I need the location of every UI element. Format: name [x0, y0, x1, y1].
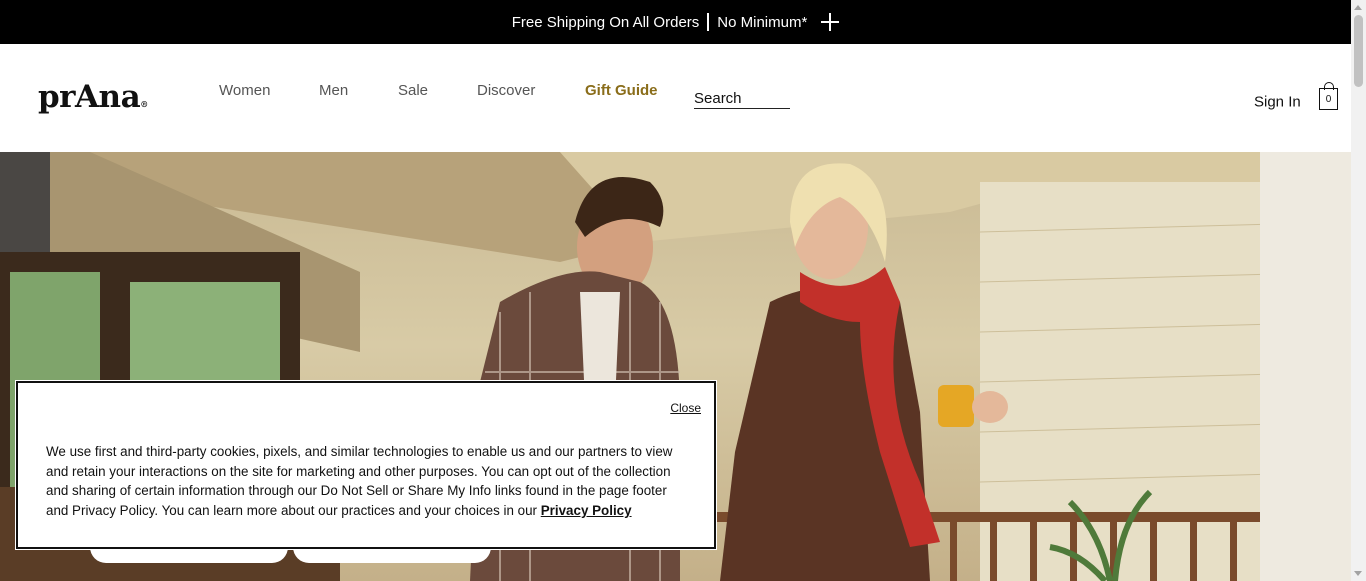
scroll-up-arrow-icon[interactable]: [1354, 5, 1362, 10]
cart-bag-icon[interactable]: 0: [1319, 82, 1338, 110]
scroll-down-arrow-icon[interactable]: [1354, 571, 1362, 576]
sign-in-link[interactable]: Sign In: [1254, 94, 1301, 111]
promo-bar: Free Shipping On All Orders No Minimum*: [0, 0, 1351, 44]
site-header: prAna® Women Men Sale Discover Gift Guid…: [0, 44, 1351, 152]
plus-icon[interactable]: [821, 13, 840, 31]
nav-gift-guide[interactable]: Gift Guide: [585, 82, 658, 99]
logo[interactable]: prAna®: [38, 82, 148, 113]
nav-sale[interactable]: Sale: [398, 82, 428, 99]
promo-text-right: No Minimum*: [717, 13, 808, 31]
page: Free Shipping On All Orders No Minimum* …: [0, 0, 1351, 581]
privacy-policy-link[interactable]: Privacy Policy: [541, 503, 632, 518]
logo-text: prAna: [38, 79, 141, 115]
promo-separator: [707, 13, 710, 31]
logo-registered-mark: ®: [140, 99, 148, 109]
search-input[interactable]: Search: [694, 90, 790, 109]
page-scrollbar[interactable]: [1351, 0, 1366, 581]
nav-discover[interactable]: Discover: [477, 82, 535, 99]
nav-men[interactable]: Men: [319, 82, 348, 99]
cart-count: 0: [1325, 93, 1332, 105]
nav-women[interactable]: Women: [219, 82, 270, 99]
cookie-banner-text: We use first and third-party cookies, pi…: [46, 442, 691, 520]
cookie-banner: Close We use first and third-party cooki…: [16, 381, 716, 549]
scrollbar-thumb[interactable]: [1354, 15, 1363, 87]
cookie-close-button[interactable]: Close: [670, 401, 701, 415]
promo-text-left: Free Shipping On All Orders: [511, 13, 700, 31]
